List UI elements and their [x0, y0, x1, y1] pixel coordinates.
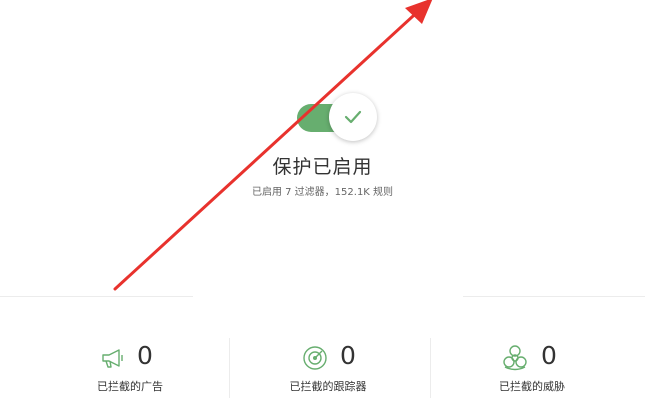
protection-status-subtitle: 已启用 7 过滤器，152.1K 规则: [251, 187, 394, 198]
stats-separator: [229, 338, 230, 398]
stat-label-trackers: 已拦截的跟踪器: [289, 380, 367, 393]
stat-value-ads: 0: [137, 341, 153, 370]
stat-label-threats: 已拦截的威胁: [499, 380, 565, 393]
protection-status-title: 保护已启用: [272, 156, 373, 178]
divider: [463, 296, 645, 297]
stat-value-threats: 0: [541, 341, 557, 370]
divider: [0, 296, 193, 297]
stat-value-trackers: 0: [340, 341, 356, 370]
stat-label-ads: 已拦截的广告: [97, 380, 163, 393]
checkmark-icon: [344, 110, 362, 124]
stats-separator: [430, 338, 431, 398]
megaphone-icon: [102, 349, 123, 368]
tracker-radar-icon: [303, 346, 327, 370]
biohazard-icon: [503, 345, 527, 371]
toggle-knob[interactable]: [329, 93, 377, 141]
